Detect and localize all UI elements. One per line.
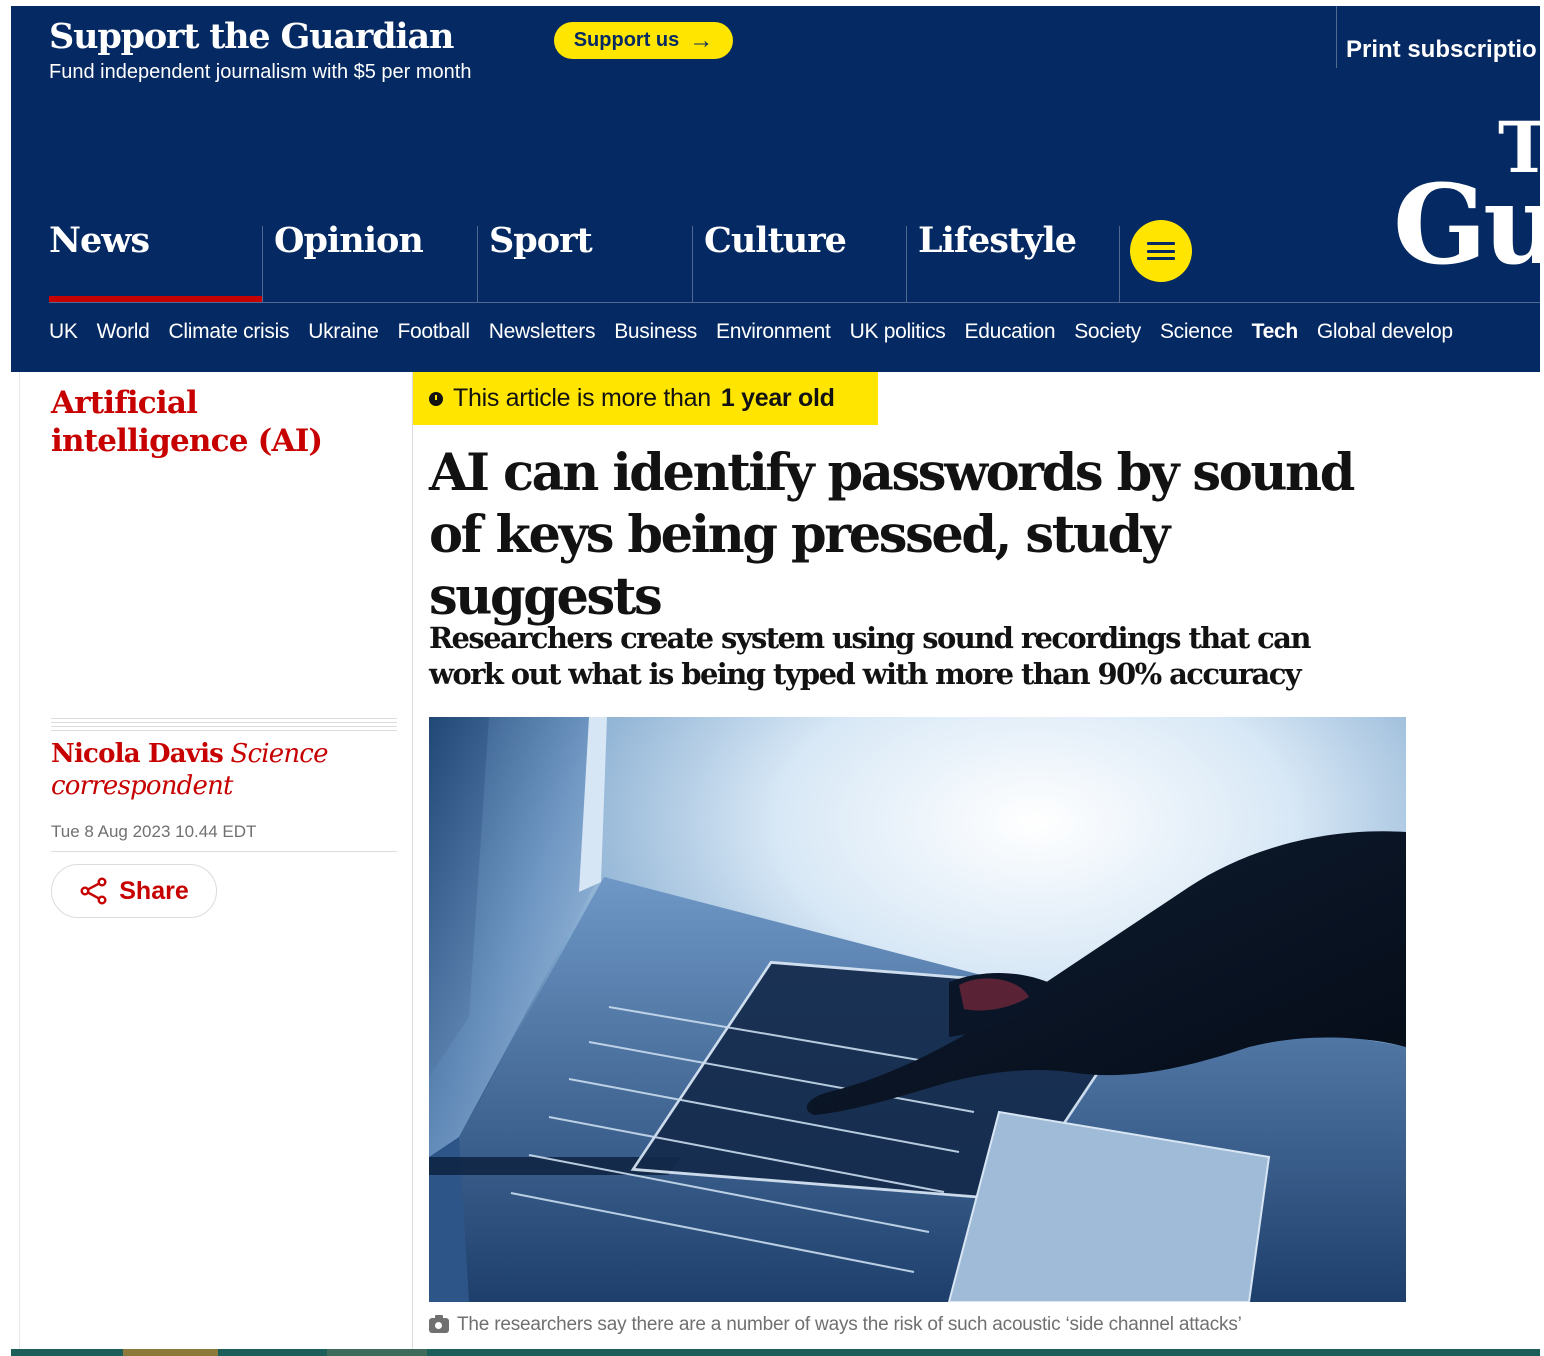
pillar-label: Culture: [704, 220, 847, 261]
logo-guardian: Gu: [1393, 159, 1540, 289]
pillar-divider: [477, 226, 478, 302]
publish-date[interactable]: Tue 8 Aug 2023 10.44 EDT: [51, 822, 256, 842]
subnav-link[interactable]: Football: [397, 320, 470, 360]
image-caption: The researchers say there are a number o…: [429, 1314, 1242, 1336]
pillar-divider: [262, 226, 263, 302]
pillar-culture[interactable]: Culture: [692, 206, 906, 302]
section-label[interactable]: Artificial intelligence (AI): [51, 384, 391, 460]
pillar-divider: [906, 226, 907, 302]
pillar-news[interactable]: News: [11, 206, 262, 302]
article-age-warning: This article is more than 1 year old: [413, 372, 878, 425]
subnav: UK World Climate crisis Ukraine Football…: [49, 320, 1472, 360]
article-main-image[interactable]: [429, 717, 1406, 1302]
subnav-link[interactable]: Society: [1074, 320, 1141, 360]
article-standfirst: Researchers create system using sound re…: [429, 621, 1311, 691]
pillar-label: Lifestyle: [918, 220, 1077, 261]
share-label: Share: [119, 876, 189, 905]
pillar-divider: [692, 226, 693, 302]
pillar-label: Opinion: [274, 220, 424, 261]
article-meta-column: Artificial intelligence (AI) Nicola Davi…: [11, 372, 413, 1356]
caption-text: The researchers say there are a number o…: [457, 1314, 1242, 1335]
pillar-label: Sport: [489, 220, 593, 261]
support-title: Support the Guardian: [49, 16, 454, 57]
divider: [1336, 6, 1337, 68]
masthead: T Gu News Opinion Sport Culture Lifestyl…: [11, 102, 1540, 372]
laptop-hand-photo: [429, 717, 1406, 1302]
subnav-link[interactable]: Global develop: [1317, 320, 1453, 360]
pillar-sport[interactable]: Sport: [477, 206, 692, 302]
support-us-label: Support us: [573, 29, 680, 51]
arrow-right-icon: →: [689, 26, 714, 54]
support-us-button[interactable]: Support us →: [554, 22, 733, 59]
subnav-link[interactable]: UK: [49, 320, 78, 360]
pillar-opinion[interactable]: Opinion: [262, 206, 477, 302]
age-value: 1 year old: [720, 384, 835, 412]
support-banner: Support the Guardian Fund independent jo…: [11, 6, 1540, 102]
guardian-page: Support the Guardian Fund independent jo…: [11, 6, 1540, 1356]
clock-icon: [429, 391, 443, 406]
bottom-color-strip: [11, 1349, 1540, 1356]
print-subscriptions-link[interactable]: Print subscriptio: [1346, 36, 1537, 64]
menu-button[interactable]: [1130, 220, 1192, 282]
hamburger-icon: [1147, 242, 1175, 260]
masthead-divider: [49, 302, 1540, 303]
subnav-link[interactable]: Business: [614, 320, 697, 360]
pillar-nav: News Opinion Sport Culture Lifestyle: [11, 206, 1211, 302]
meta-divider: [51, 851, 397, 852]
subnav-link[interactable]: Ukraine: [308, 320, 379, 360]
camera-icon: [429, 1314, 449, 1333]
support-subtitle: Fund independent journalism with $5 per …: [49, 61, 472, 83]
author-link[interactable]: Nicola Davis: [51, 739, 224, 769]
share-icon: [80, 877, 107, 905]
subnav-link[interactable]: Science: [1160, 320, 1233, 360]
subnav-link[interactable]: Newsletters: [489, 320, 596, 360]
subnav-link[interactable]: Environment: [716, 320, 831, 360]
subnav-link-current[interactable]: Tech: [1252, 320, 1299, 360]
pillar-lifestyle[interactable]: Lifestyle: [906, 206, 1119, 302]
subnav-link[interactable]: Education: [965, 320, 1056, 360]
column-divider: [412, 372, 413, 1356]
meta-divider: [51, 718, 397, 732]
byline: Nicola Davis Science correspondent: [51, 738, 397, 802]
age-prefix: This article is more than: [453, 384, 711, 412]
share-button[interactable]: Share: [51, 864, 217, 918]
pillar-divider: [1119, 226, 1120, 302]
subnav-link[interactable]: UK politics: [850, 320, 946, 360]
column-divider: [19, 372, 20, 1356]
article-headline: AI can identify passwords by sound of ke…: [429, 443, 1355, 627]
subnav-link[interactable]: Climate crisis: [169, 320, 290, 360]
pillar-label: News: [49, 220, 150, 261]
guardian-logo[interactable]: T Gu: [1393, 113, 1540, 289]
subnav-link[interactable]: World: [97, 320, 150, 360]
